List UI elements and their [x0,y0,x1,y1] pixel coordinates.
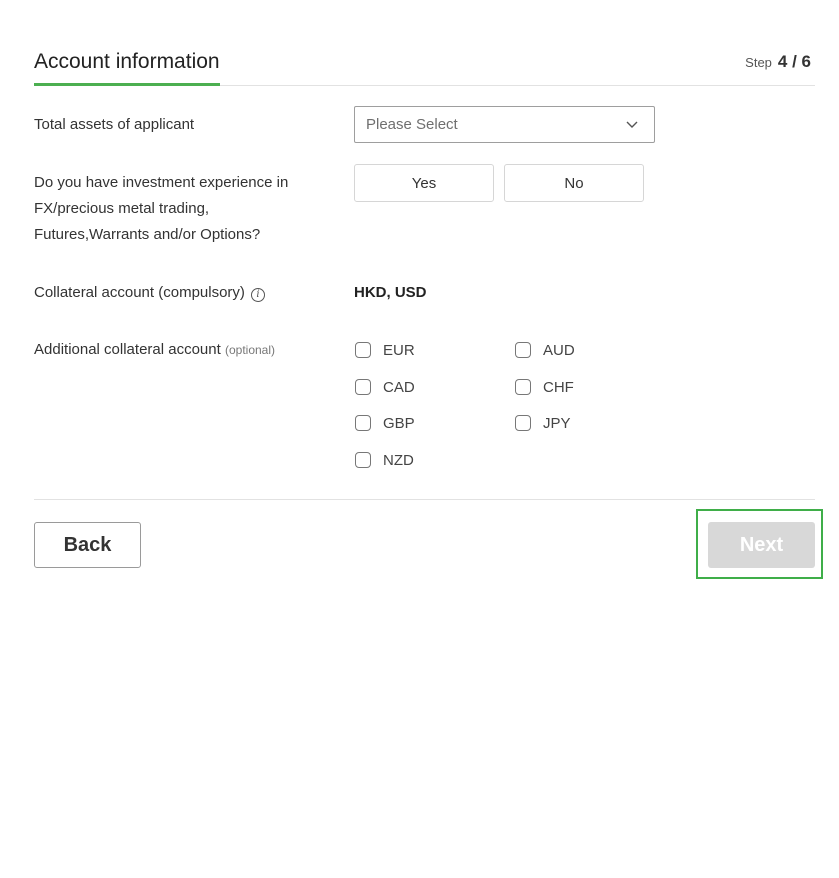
yes-button[interactable]: Yes [354,164,494,202]
checkbox-nzd[interactable]: NZD [355,450,414,470]
checkbox-chf[interactable]: CHF [515,377,574,397]
checkbox-box[interactable] [515,415,531,431]
additional-collateral-label: Additional collateral account (optional) [34,337,275,363]
collateral-value: HKD, USD [354,284,427,301]
info-icon[interactable]: i [250,288,265,302]
checkbox-box[interactable] [515,342,531,358]
step-value: 4 / 6 [777,52,811,71]
account-info-page: Account information Step 4 / 6 Total ass… [0,0,839,878]
investment-experience-label-line1: Do you have investment experience in [34,174,289,191]
step-indicator: Step 4 / 6 [745,52,811,72]
checkbox-label-aud: AUD [543,341,575,359]
checkbox-label-gbp: GBP [383,414,415,432]
investment-experience-label-line2: FX/precious metal trading, [34,200,210,217]
investment-experience-label-line3: Futures,Warrants and/or Options? [34,226,261,243]
step-label: Step [745,55,772,70]
optional-tag: (optional) [224,343,275,357]
next-button[interactable]: Next [708,522,815,568]
total-assets-label: Total assets of applicant [34,116,195,133]
chevron-down-icon [626,121,638,128]
collateral-label: Collateral account (compulsory) i [34,280,265,306]
checkbox-gbp[interactable]: GBP [355,413,415,433]
checkbox-label-jpy: JPY [543,414,571,432]
total-assets-select[interactable]: Please Select [354,106,655,143]
section-header: Account information Step 4 / 6 [34,48,815,86]
checkbox-box[interactable] [355,415,371,431]
investment-experience-label: Do you have investment experience in FX/… [34,170,288,248]
checkbox-jpy[interactable]: JPY [515,413,571,433]
checkbox-label-cad: CAD [383,378,415,396]
checkbox-box[interactable] [515,379,531,395]
page-title: Account information [34,50,220,86]
checkbox-eur[interactable]: EUR [355,340,415,360]
checkbox-box[interactable] [355,379,371,395]
no-button[interactable]: No [504,164,644,202]
checkbox-box[interactable] [355,342,371,358]
total-assets-placeholder: Please Select [366,116,458,133]
checkbox-aud[interactable]: AUD [515,340,575,360]
checkbox-cad[interactable]: CAD [355,377,415,397]
checkbox-label-chf: CHF [543,378,574,396]
additional-collateral-label-text: Additional collateral account [34,341,221,358]
checkbox-label-nzd: NZD [383,451,414,469]
footer-divider [34,499,815,500]
checkbox-label-eur: EUR [383,341,415,359]
back-button[interactable]: Back [34,522,141,568]
collateral-label-text: Collateral account (compulsory) [34,284,245,301]
checkbox-box[interactable] [355,452,371,468]
